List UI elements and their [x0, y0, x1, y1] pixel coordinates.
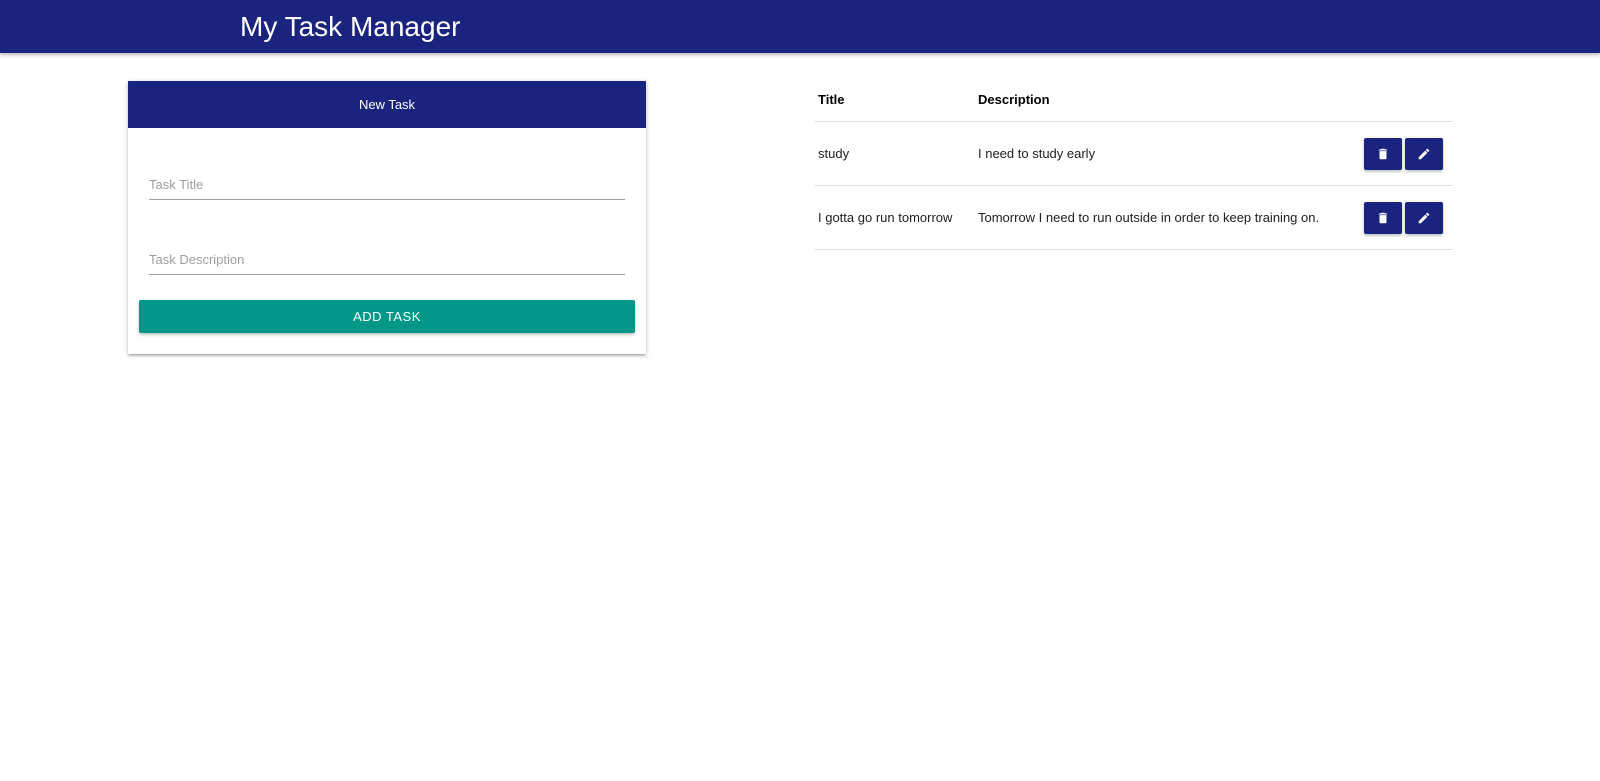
task-actions-cell: [1352, 185, 1453, 250]
column-header-actions: [1352, 78, 1453, 122]
task-title-cell: study: [814, 121, 974, 186]
task-title-cell: I gotta go run tomorrow: [814, 185, 974, 250]
pencil-icon: [1417, 211, 1431, 225]
new-task-card: New Task ADD TASK: [128, 81, 646, 354]
delete-task-button[interactable]: [1364, 201, 1402, 234]
pencil-icon: [1417, 147, 1431, 161]
task-actions-cell: [1352, 121, 1453, 186]
edit-task-button[interactable]: [1405, 201, 1443, 234]
task-title-input[interactable]: [149, 169, 625, 200]
delete-task-button[interactable]: [1364, 137, 1402, 170]
navbar: My Task Manager: [0, 0, 1600, 53]
trash-icon: [1376, 211, 1390, 225]
trash-icon: [1376, 147, 1390, 161]
table-row: I gotta go run tomorrow Tomorrow I need …: [814, 185, 1453, 250]
card-header-title: New Task: [358, 97, 416, 112]
table-row: study I need to study early: [814, 121, 1453, 186]
table-header-row: Title Description: [814, 78, 1453, 122]
card-header: New Task: [128, 81, 646, 128]
add-task-button[interactable]: ADD TASK: [139, 300, 635, 333]
edit-task-button[interactable]: [1405, 137, 1443, 170]
column-header-description: Description: [974, 78, 1352, 122]
column-header-title: Title: [814, 78, 974, 122]
task-description-input[interactable]: [149, 244, 625, 275]
task-table: Title Description study I need to study …: [814, 78, 1453, 250]
app-title[interactable]: My Task Manager: [240, 9, 460, 45]
task-description-cell: Tomorrow I need to run outside in order …: [974, 185, 1352, 250]
task-description-cell: I need to study early: [974, 121, 1352, 186]
